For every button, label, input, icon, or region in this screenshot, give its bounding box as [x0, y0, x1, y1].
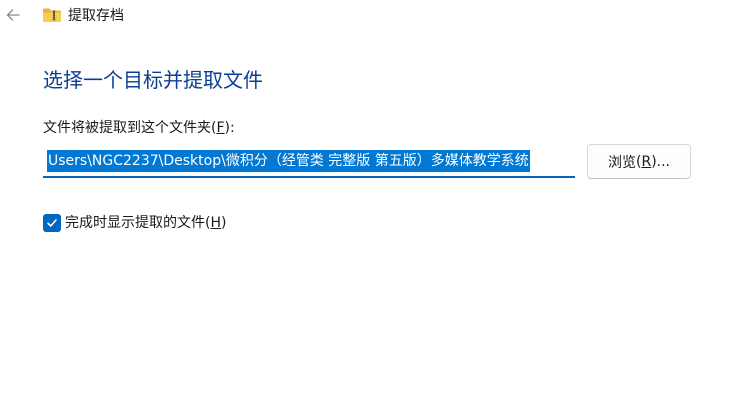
destination-path-selected-text[interactable]: Users\NGC2237\Desktop\微积分（经管类 完整版 第五版）多媒…	[47, 150, 530, 172]
destination-path-input[interactable]: Users\NGC2237\Desktop\微积分（经管类 完整版 第五版）多媒…	[43, 146, 575, 178]
show-extracted-files-accel-key: H	[210, 215, 221, 231]
title-bar: 提取存档	[0, 0, 735, 32]
browse-button-label: 浏览	[607, 154, 636, 171]
back-button[interactable]	[2, 4, 24, 26]
checkmark-icon	[47, 219, 57, 227]
show-extracted-files-label: 完成时显示提取的文件(H)	[65, 213, 226, 233]
show-extracted-files-checkbox[interactable]	[43, 214, 61, 232]
show-extracted-files-label-text: 完成时显示提取的文件	[65, 215, 205, 231]
destination-label-text: 文件将被提取到这个文件夹	[43, 120, 211, 136]
destination-label: 文件将被提取到这个文件夹(F):	[43, 118, 235, 138]
window-title: 提取存档	[68, 8, 124, 24]
browse-button-accel-key: R	[641, 153, 652, 170]
zip-folder-icon	[43, 8, 61, 22]
browse-button-accel-close: )...	[651, 153, 670, 170]
arrow-left-icon	[6, 9, 20, 21]
show-extracted-files-option[interactable]: 完成时显示提取的文件(H)	[43, 212, 226, 234]
show-extracted-files-accel-close: )	[221, 215, 227, 231]
browse-button[interactable]: 浏览(R)...	[587, 144, 691, 179]
page-heading: 选择一个目标并提取文件	[43, 68, 263, 92]
destination-label-accel-key: F	[216, 120, 225, 136]
destination-label-accel-close: ):	[224, 120, 235, 136]
